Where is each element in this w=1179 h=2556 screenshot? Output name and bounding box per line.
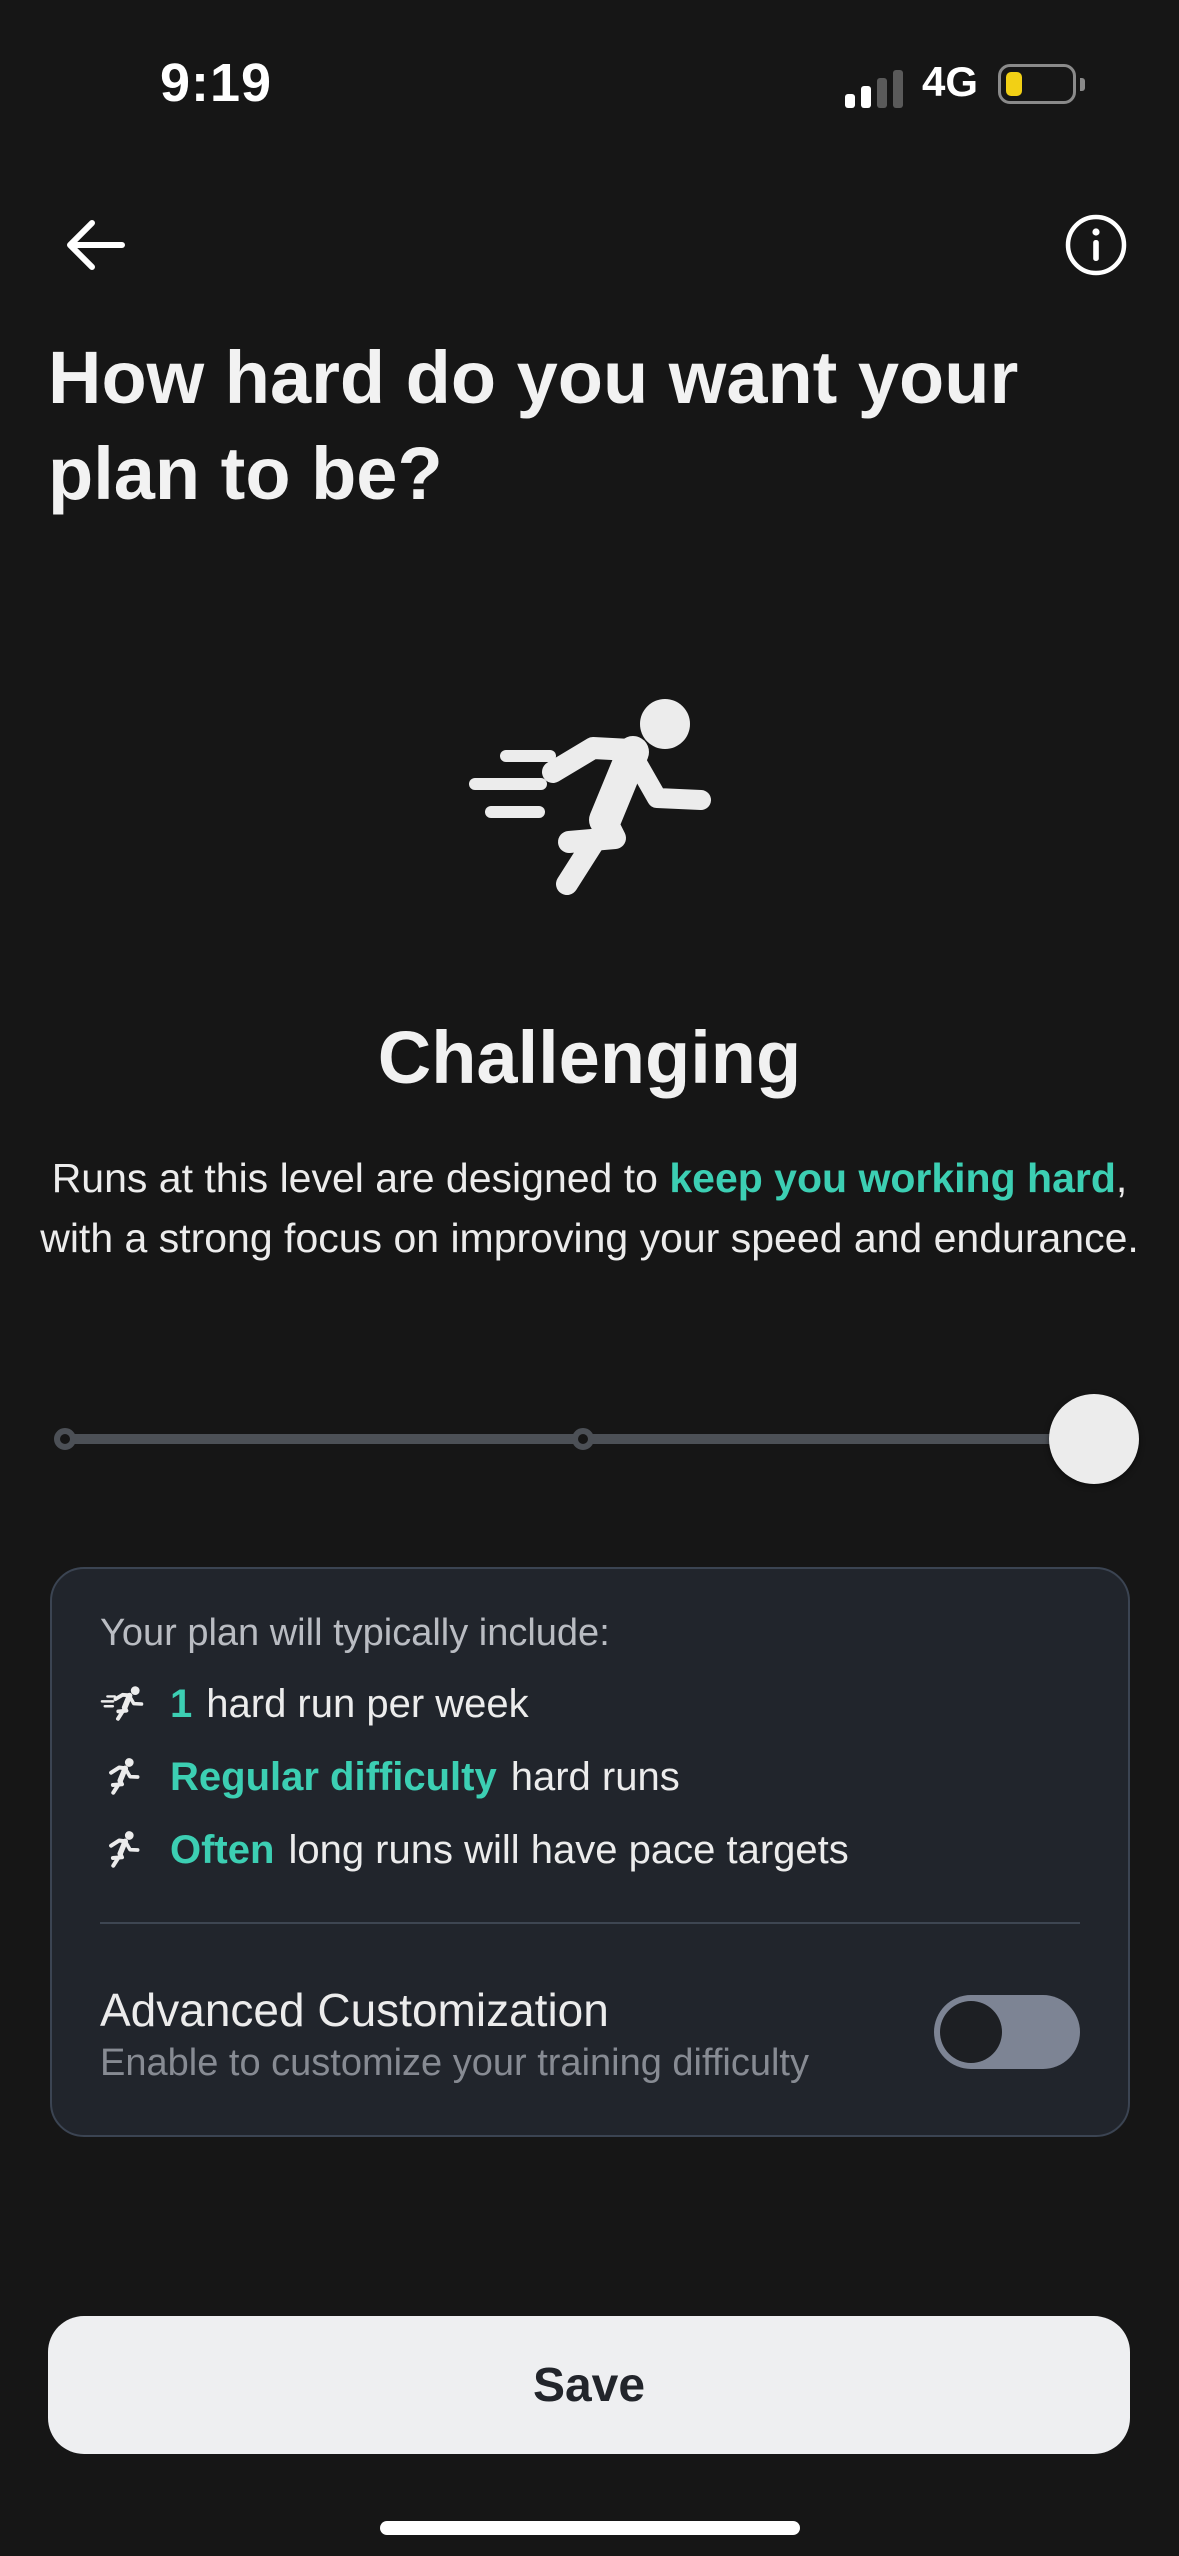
toggle-knob xyxy=(940,2001,1002,2063)
status-time: 9:19 xyxy=(160,53,273,113)
slider-stop-easy[interactable] xyxy=(54,1428,76,1450)
card-divider xyxy=(100,1922,1080,1924)
summary-item-highlight: 1 xyxy=(170,1681,193,1726)
back-button[interactable] xyxy=(50,205,140,285)
runner-icon xyxy=(100,1828,144,1872)
advanced-customization-toggle[interactable] xyxy=(934,1995,1080,2069)
summary-item-text: hard run per week xyxy=(206,1681,529,1726)
battery-icon xyxy=(998,64,1085,104)
page-title: How hard do you want your plan to be? xyxy=(48,336,1019,515)
difficulty-slider-thumb[interactable] xyxy=(1049,1394,1139,1484)
info-circle-icon xyxy=(1065,214,1127,276)
summary-item-text: long runs will have pace targets xyxy=(288,1827,849,1872)
advanced-customization-subtitle: Enable to customize your training diffic… xyxy=(100,2042,809,2084)
advanced-customization-title: Advanced Customization xyxy=(100,1984,609,2036)
runner-fast-icon xyxy=(469,699,711,895)
description-text: Runs at this level are designed to xyxy=(51,1155,670,1201)
summary-item: 1 hard run per week xyxy=(100,1674,529,1734)
difficulty-description: Runs at this level are designed to keep … xyxy=(40,1148,1139,1268)
arrow-left-icon xyxy=(67,220,125,270)
slider-stop-moderate[interactable] xyxy=(572,1428,594,1450)
info-button[interactable] xyxy=(1050,205,1142,285)
summary-item: Regular difficulty hard runs xyxy=(100,1747,680,1807)
network-type: 4G xyxy=(922,58,979,105)
summary-heading: Your plan will typically include: xyxy=(100,1612,610,1654)
runner-fast-icon xyxy=(100,1682,144,1726)
runner-icon xyxy=(100,1755,144,1799)
save-button[interactable]: Save xyxy=(48,2316,1130,2454)
home-indicator xyxy=(380,2521,800,2535)
cellular-signal-icon xyxy=(845,64,905,108)
summary-item-highlight: Regular difficulty xyxy=(170,1754,497,1799)
description-highlight: keep you working hard xyxy=(669,1155,1116,1201)
summary-item-text: hard runs xyxy=(510,1754,680,1799)
summary-item: Often long runs will have pace targets xyxy=(100,1820,849,1880)
summary-item-highlight: Often xyxy=(170,1827,275,1872)
difficulty-level-name: Challenging xyxy=(377,1016,802,1099)
